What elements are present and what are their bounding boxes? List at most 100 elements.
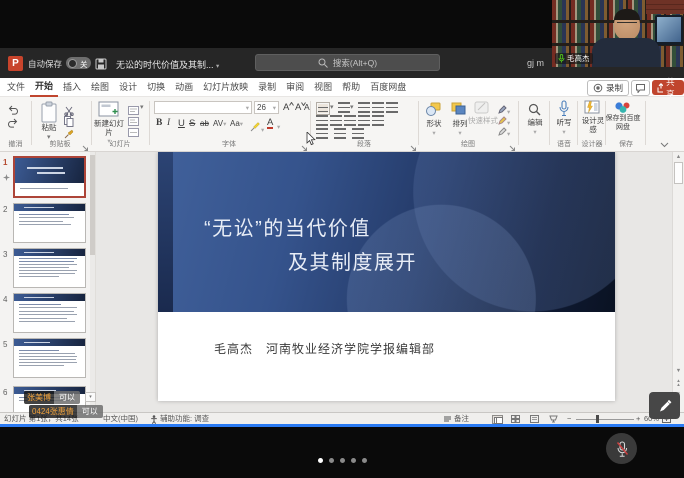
glasses — [617, 22, 637, 27]
justify-button[interactable] — [358, 115, 370, 126]
scroll-up-arrow[interactable]: ▲ — [673, 153, 684, 161]
thumbnail-number-1: 1 — [3, 158, 7, 167]
align-center-button[interactable] — [330, 115, 342, 126]
tab-baidu-netdisk[interactable]: 百度网盘 — [365, 79, 411, 96]
vertical-scrollbar[interactable]: ▲ ▼ ▲▲ ▼▼ — [672, 152, 684, 412]
record-button[interactable]: 录制 — [587, 80, 629, 96]
change-case-button[interactable]: Aa▾ — [230, 118, 243, 130]
notes-button[interactable]: 备注 — [454, 414, 469, 424]
align-right-button[interactable] — [344, 115, 356, 126]
decrease-indent-button[interactable] — [358, 102, 370, 113]
increase-indent-button[interactable] — [372, 102, 384, 113]
tab-view[interactable]: 视图 — [309, 79, 337, 96]
tab-animations[interactable]: 动画 — [170, 79, 198, 96]
thumbnail-slide-4[interactable] — [13, 293, 86, 333]
thumbnail-number-6: 6 — [3, 388, 7, 397]
tab-insert[interactable]: 插入 — [58, 79, 86, 96]
mute-microphone-button[interactable] — [606, 433, 637, 464]
drawing-dialog-launcher[interactable] — [509, 139, 516, 146]
convert-smartart-button[interactable] — [352, 128, 364, 139]
search-input[interactable]: 搜索(Alt+Q) — [255, 54, 440, 71]
thumbnail-slide-3[interactable] — [13, 248, 86, 288]
search-placeholder: 搜索(Alt+Q) — [333, 57, 377, 69]
slide-sorter-view-button[interactable] — [511, 415, 522, 424]
strikethrough-button[interactable]: S — [189, 118, 195, 129]
chat-message-2: 0424张惠倩 可以 — [29, 405, 103, 418]
thumbnail-slide-2[interactable] — [13, 203, 86, 243]
slideshow-view-button[interactable] — [549, 415, 560, 424]
clear-format-button[interactable]: A — [304, 102, 310, 113]
thumbnail-scrollbar[interactable] — [90, 152, 95, 412]
scrollbar-thumb[interactable] — [674, 162, 683, 184]
tab-transitions[interactable]: 切换 — [142, 79, 170, 96]
annotation-tool-button[interactable] — [649, 392, 680, 419]
menu-bar: 文件 开始 插入 绘图 设计 切换 动画 幻灯片放映 录制 审阅 视图 帮助 百… — [0, 78, 684, 97]
arrange-button[interactable] — [451, 102, 466, 120]
font-name-combo[interactable]: ▾ — [154, 101, 252, 114]
account-name[interactable]: gj m — [527, 58, 544, 68]
underline-button[interactable]: U — [178, 118, 185, 129]
char-spacing-button[interactable]: AV▾ — [213, 118, 226, 130]
chat-message-1: 张美博 可以 — [24, 391, 80, 404]
tab-record[interactable]: 录制 — [253, 79, 281, 96]
participant-video[interactable]: 毛高杰 — [552, 0, 684, 67]
paste-label: 粘贴 — [36, 124, 62, 133]
columns-button[interactable] — [372, 115, 384, 126]
normal-view-button[interactable] — [492, 415, 503, 424]
scroll-down-arrow[interactable]: ▼ — [673, 367, 684, 375]
align-left-button[interactable] — [316, 115, 328, 126]
clipboard-dialog-launcher[interactable] — [82, 139, 89, 146]
autosave-label: 自动保存 — [28, 58, 62, 70]
share-button[interactable]: 共享 — [652, 80, 684, 95]
font-color-button[interactable]: A — [267, 118, 273, 129]
numbering-button[interactable] — [338, 102, 350, 113]
slide-title-line2[interactable]: 及其制度展开 — [288, 246, 417, 275]
language-indicator[interactable]: 中文(中国) — [103, 414, 138, 424]
highlight-pen-icon[interactable]: ▾ — [250, 119, 264, 137]
tab-slideshow[interactable]: 幻灯片放映 — [198, 79, 253, 96]
page-indicator-dots[interactable] — [318, 458, 367, 463]
tab-review[interactable]: 审阅 — [281, 79, 309, 96]
tab-help[interactable]: 帮助 — [337, 79, 365, 96]
thumbnail-slide-5[interactable] — [13, 338, 86, 378]
slides-group-label: 幻灯片 — [92, 139, 148, 149]
align-text-button[interactable] — [334, 128, 346, 139]
previous-slide-button[interactable]: ▲▲ — [673, 379, 684, 386]
accessibility-status[interactable]: 辅助功能: 调查 — [160, 414, 209, 424]
slide-title-line1[interactable]: “无讼”的当代价值 — [204, 212, 371, 241]
tab-draw[interactable]: 绘图 — [86, 79, 114, 96]
panel-expand-arrow[interactable]: ▾ — [85, 392, 96, 402]
zoom-slider-thumb[interactable] — [596, 415, 599, 423]
zoom-slider-track[interactable] — [576, 419, 634, 420]
reading-view-button[interactable] — [530, 415, 541, 424]
shadow-button[interactable]: ab — [200, 118, 209, 129]
italic-button[interactable]: I — [167, 118, 170, 129]
slide-canvas[interactable]: “无讼”的当代价值 及其制度展开 毛高杰 河南牧业经济学院学报编辑部 — [158, 152, 615, 401]
bullets-button[interactable] — [316, 102, 330, 115]
font-color-dropdown[interactable]: ▾ — [277, 123, 280, 131]
font-size-combo[interactable]: 26▾ — [254, 101, 279, 114]
thumbnail-slide-1[interactable] — [13, 156, 86, 198]
zoom-in-button[interactable]: + — [636, 414, 640, 424]
paragraph-dialog-launcher[interactable] — [410, 139, 417, 146]
editing-label: 编辑▾ — [521, 119, 549, 137]
clipboard-group-label: 剪贴板 — [32, 139, 88, 149]
comments-button[interactable] — [631, 80, 650, 96]
save-icon[interactable] — [95, 57, 107, 75]
document-title[interactable]: 无讼的时代价值及其制... ▾ — [116, 58, 219, 71]
tab-design[interactable]: 设计 — [114, 79, 142, 96]
tab-file[interactable]: 文件 — [2, 79, 30, 96]
bold-button[interactable]: B — [156, 118, 162, 129]
grow-font-button[interactable]: A — [283, 102, 294, 113]
redo-button[interactable] — [7, 115, 19, 133]
slide-author[interactable]: 毛高杰 河南牧业经济学院学报编辑部 — [214, 340, 435, 357]
design-ideas-label: 设计灵感 — [581, 117, 605, 134]
collapse-ribbon-button[interactable] — [660, 135, 669, 153]
zoom-out-button[interactable]: − — [567, 414, 571, 424]
text-direction-button[interactable] — [316, 128, 328, 139]
line-spacing-button[interactable] — [386, 102, 398, 113]
autosave-toggle[interactable]: 关 — [66, 57, 91, 69]
chevron-down-icon: ▾ — [216, 63, 219, 70]
toggle-knob — [68, 59, 77, 68]
tab-home[interactable]: 开始 — [30, 78, 58, 97]
